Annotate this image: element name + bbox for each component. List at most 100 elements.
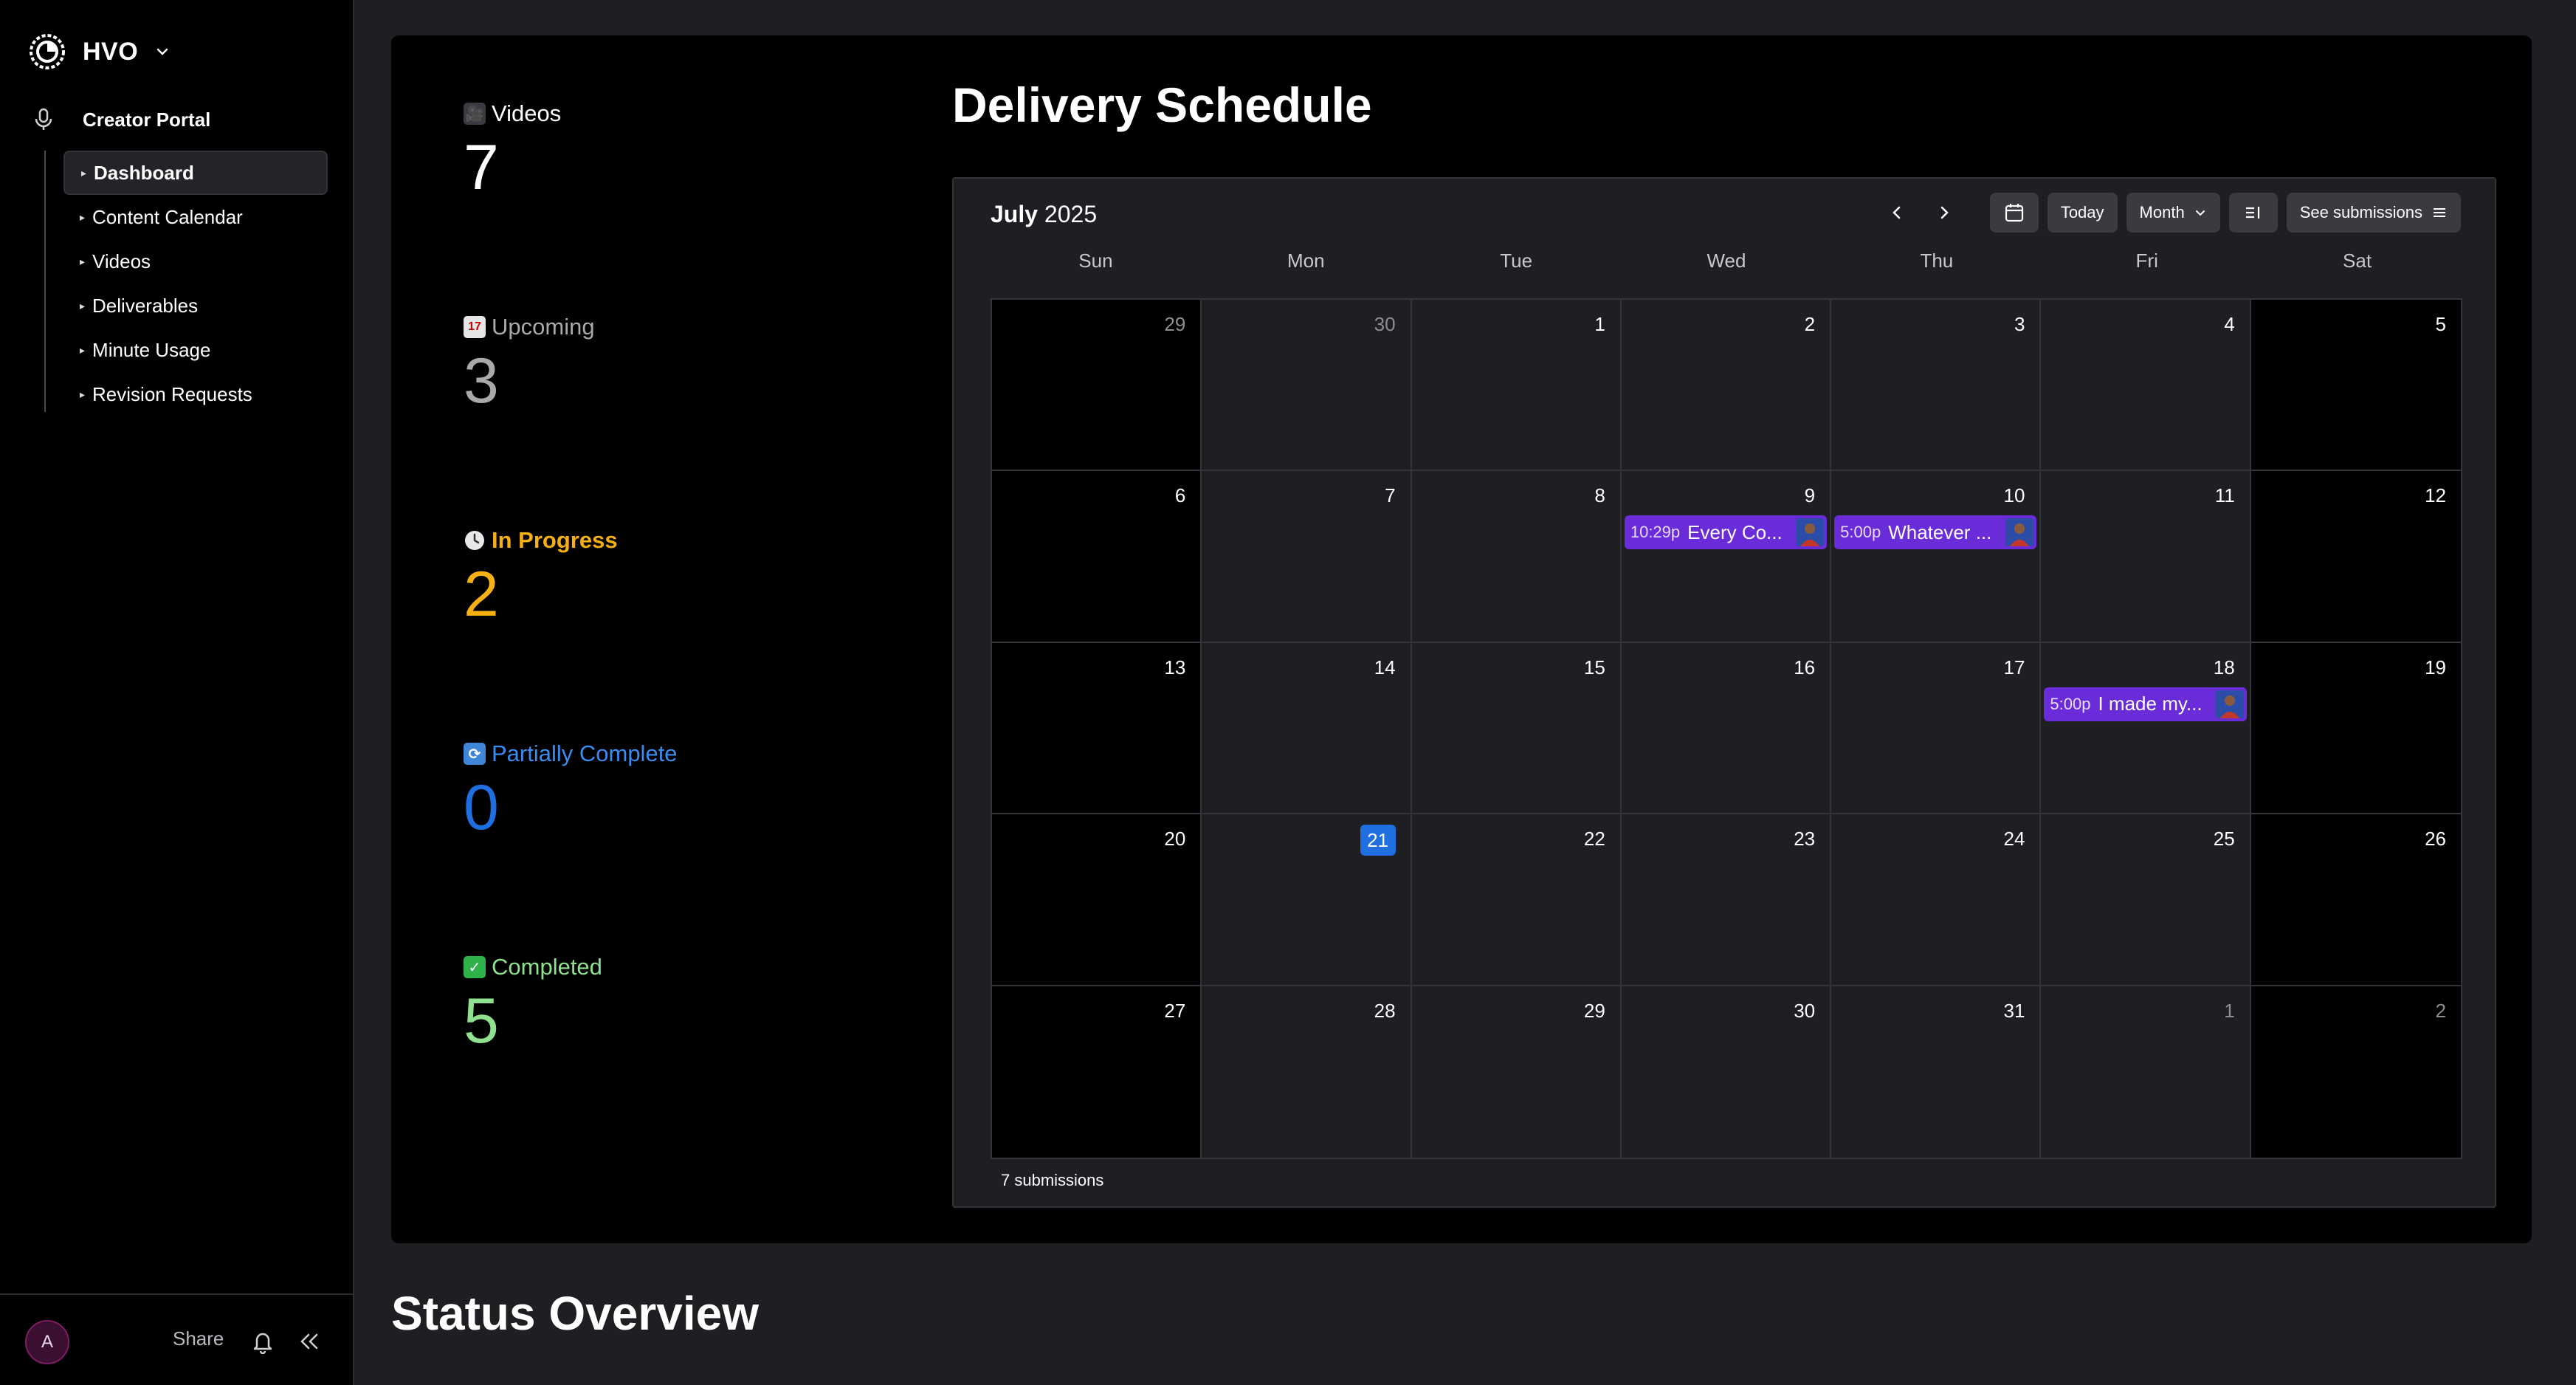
workspace-switcher[interactable]: HVO [28,31,171,72]
dashboard-card: 🎥 Videos 7 17 Upcoming 3 In Progress 2 ⟳… [391,35,2532,1243]
calendar-day[interactable]: 11 [2041,471,2251,643]
calendar-day[interactable]: 29 [1411,986,1622,1158]
calendar-day[interactable]: 9 10:29p Every Co... [1621,471,1832,643]
creator-avatar-icon [1796,518,1825,547]
previous-month-button[interactable] [1878,193,1916,232]
sidebar-item-label: Content Calendar [92,205,243,228]
day-number: 24 [2003,828,2025,850]
day-number: 19 [2425,656,2446,678]
stat-label: In Progress [464,527,618,554]
triangle-right-icon: ▸ [80,210,86,223]
stat-videos: 🎥 Videos 7 [464,100,561,199]
calendar-day[interactable]: 2 [1621,300,1832,472]
day-number: 6 [1174,484,1186,507]
calendar-day[interactable]: 8 [1411,471,1622,643]
day-number: 2 [1804,313,1816,335]
calendar-year: 2025 [1044,201,1098,227]
workspace-logo-icon [30,34,65,69]
chevron-down-icon [156,48,168,55]
bell-icon[interactable] [251,1329,275,1354]
today-button[interactable]: Today [2047,193,2118,233]
settings-button[interactable] [2228,193,2278,233]
view-select[interactable]: Month [2126,193,2220,233]
microphone-icon [35,108,52,130]
creator-avatar-icon [2005,518,2034,547]
sidebar-section-label: Creator Portal [83,108,211,131]
status-overview-title: Status Overview [391,1287,759,1340]
calendar-event[interactable]: 10:29p Every Co... [1624,515,1828,550]
avatar[interactable]: A [25,1320,69,1364]
sidebar-item-videos[interactable]: ▸ Videos [63,239,328,283]
film-camera-icon: 🎥 [464,103,486,125]
stat-label: 🎥 Videos [464,100,561,127]
calendar-month-label: July 2025 [991,201,1097,228]
calendar-day[interactable]: 12 [2250,471,2461,643]
calendar-icon: 17 [464,316,486,338]
calendar-day[interactable]: 22 [1411,814,1622,986]
day-number: 26 [2425,828,2446,850]
calendar-day[interactable]: 3 [1831,300,2042,472]
stat-label: ⟳ Partially Complete [464,740,678,767]
day-number: 17 [2003,656,2025,678]
calendar-day[interactable]: 30 [1202,300,1412,472]
sidebar-item-deliverables[interactable]: ▸ Deliverables [63,283,328,328]
calendar-day[interactable]: 1 [1411,300,1622,472]
sidebar-item-label: Dashboard [94,161,194,184]
calendar-day[interactable]: 16 [1621,642,1832,815]
calendar-icon [2005,204,2023,222]
next-month-button[interactable] [1925,193,1963,232]
sidebar-item-revision-requests[interactable]: ▸ Revision Requests [63,372,328,416]
calendar-day[interactable]: 4 [2041,300,2251,472]
sidebar-item-content-calendar[interactable]: ▸ Content Calendar [63,195,328,239]
share-button[interactable]: Share [173,1327,224,1350]
calendar-day[interactable]: 10 5:00p Whatever ... [1831,471,2042,643]
calendar-day[interactable]: 6 [992,471,1202,643]
calendar-day[interactable]: 25 [2041,814,2251,986]
stat-partially-complete: ⟳ Partially Complete 0 [464,740,678,839]
calendar-day[interactable]: 15 [1411,642,1622,815]
calendar-day[interactable]: 5 [2250,300,2461,472]
delivery-calendar: July 2025 Today Month See submissions Su… [952,177,2496,1208]
sidebar-item-dashboard[interactable]: ▸ Dashboard [63,151,328,195]
calendar-day-today[interactable]: 21 [1202,814,1412,986]
calendar-day[interactable]: 26 [2250,814,2461,986]
calendar-day[interactable]: 29 [992,300,1202,472]
calendar-day[interactable]: 28 [1202,986,1412,1158]
calendar-day[interactable]: 2 [2250,986,2461,1158]
chevron-left-icon [1893,206,1901,219]
calendar-day[interactable]: 13 [992,642,1202,815]
calendar-event[interactable]: 5:00p I made my... [2044,687,2247,721]
day-number: 28 [1374,999,1396,1022]
day-number: 20 [1164,828,1186,850]
triangle-right-icon: ▸ [80,255,86,267]
calendar-day[interactable]: 7 [1202,471,1412,643]
sidebar-item-minute-usage[interactable]: ▸ Minute Usage [63,328,328,372]
calendar-day[interactable]: 30 [1621,986,1832,1158]
event-time: 5:00p [2050,694,2091,713]
creator-avatar-icon [2215,690,2244,718]
menu-icon [2434,208,2445,217]
calendar-day[interactable]: 17 [1831,642,2042,815]
sidebar-nav: ▸ Dashboard ▸ Content Calendar ▸ Videos ▸ De… [63,151,328,416]
weekday-label: Wed [1707,250,1746,272]
sidebar-section-creator-portal[interactable]: Creator Portal [32,108,210,131]
calendar-day[interactable]: 20 [992,814,1202,986]
see-submissions-button[interactable]: See submissions [2286,193,2461,233]
sliders-icon [2245,207,2259,219]
event-title: Whatever ... [1888,520,1992,543]
calendar-day[interactable]: 19 [2250,642,2461,815]
day-number: 1 [2224,999,2235,1022]
day-number: 16 [1794,656,1816,678]
calendar-day[interactable]: 31 [1831,986,2042,1158]
calendar-day[interactable]: 24 [1831,814,2042,986]
day-number: 25 [2213,828,2235,850]
date-picker-button[interactable] [1989,193,2039,233]
calendar-day[interactable]: 18 5:00p I made my... [2041,642,2251,815]
calendar-day[interactable]: 23 [1621,814,1832,986]
collapse-sidebar-icon[interactable] [297,1329,322,1354]
calendar-day[interactable]: 14 [1202,642,1412,815]
day-number: 27 [1164,999,1186,1022]
calendar-day[interactable]: 1 [2041,986,2251,1158]
calendar-event[interactable]: 5:00p Whatever ... [1834,515,2037,550]
calendar-day[interactable]: 27 [992,986,1202,1158]
